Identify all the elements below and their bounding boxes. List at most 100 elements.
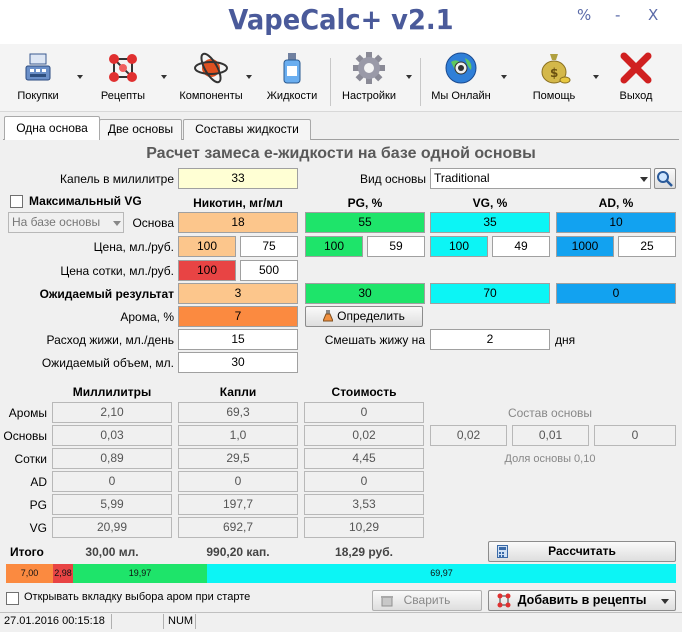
molecule-small-icon [497, 593, 511, 608]
hundred-ml-input[interactable]: 100 [178, 260, 236, 281]
result-ml: 5,99 [52, 494, 172, 515]
components-dropdown-icon[interactable] [246, 75, 252, 79]
help-dropdown-icon[interactable] [593, 75, 599, 79]
restore-button[interactable]: % [577, 6, 591, 24]
result-cost: 4,45 [304, 448, 424, 469]
status-divider [163, 614, 164, 629]
mix-bar-segment: 7,00 [6, 564, 53, 583]
base-mode-select[interactable]: На базе основы [8, 212, 124, 233]
add-to-recipes-button[interactable]: Добавить в рецепты [488, 590, 676, 611]
result-ml: 0 [52, 471, 172, 492]
expected-label: Ожидаемый результат [39, 287, 174, 301]
price-ad-ml-input[interactable]: 1000 [556, 236, 614, 257]
mix-proportion-bar: 7,00 2,98 19,97 69,97 [6, 564, 676, 583]
mix-days-input[interactable]: 2 [430, 329, 550, 350]
base-vg-input[interactable]: 35 [430, 212, 550, 233]
atom-icon [193, 50, 229, 86]
purchases-dropdown-icon[interactable] [77, 75, 83, 79]
base-pg-input[interactable]: 55 [305, 212, 425, 233]
components-button[interactable]: Компоненты [172, 48, 250, 108]
section-title: Расчет замеса е-жидкости на базе одной о… [146, 145, 536, 162]
search-base-button[interactable] [654, 168, 676, 189]
search-icon [657, 171, 673, 187]
aroma-input[interactable]: 7 [178, 306, 298, 327]
chevron-down-icon [113, 221, 121, 226]
result-cost: 0,02 [304, 425, 424, 446]
recipes-button[interactable]: Рецепты [90, 48, 156, 108]
price-nicotine-ml-input[interactable]: 100 [178, 236, 236, 257]
settings-button[interactable]: Настройки [338, 48, 400, 108]
days-label: дня [555, 333, 576, 347]
online-button[interactable]: Мы Онлайн [426, 48, 496, 108]
base-nicotine-input[interactable]: 18 [178, 212, 298, 233]
liquids-label: Жидкости [266, 90, 318, 102]
determine-button[interactable]: Определить [305, 306, 423, 327]
purchases-button[interactable]: Покупки [6, 48, 70, 108]
expected-pg-input[interactable]: 30 [305, 283, 425, 304]
recipes-dropdown-icon[interactable] [161, 75, 167, 79]
help-button[interactable]: $ Помощь [522, 48, 586, 108]
calculate-button[interactable]: Рассчитать [488, 541, 676, 562]
result-row-label: Аромы [8, 406, 47, 420]
price-pg-ml-input[interactable]: 100 [305, 236, 363, 257]
result-row-label: VG [29, 521, 47, 535]
status-num: NUM [168, 615, 194, 627]
result-cost: 0 [304, 471, 424, 492]
base-composition-value: 0,01 [512, 425, 589, 446]
tab-one-base[interactable]: Одна основа [4, 116, 100, 140]
hundred-rub-input[interactable]: 500 [240, 260, 298, 281]
online-dropdown-icon[interactable] [501, 75, 507, 79]
price-pg-rub-input[interactable]: 59 [367, 236, 425, 257]
tab-liquid-compositions[interactable]: Составы жидкости [183, 119, 311, 140]
mix-bar-segment: 19,97 [73, 564, 207, 583]
close-button[interactable]: X [648, 6, 658, 24]
tab-two-bases[interactable]: Две основы [99, 119, 182, 140]
app-title: VapeCalc+ v2.1 [228, 3, 454, 36]
chevron-down-icon [640, 177, 648, 182]
col-drops-header: Капли [219, 385, 257, 399]
result-cost: 10,29 [304, 517, 424, 538]
open-aromas-label: Открывать вкладку выбора аром при старте [24, 591, 251, 603]
result-row-label: Сотки [14, 452, 47, 466]
price-vg-rub-input[interactable]: 49 [492, 236, 550, 257]
minimize-button[interactable]: - [615, 6, 620, 24]
base-ad-input[interactable]: 10 [556, 212, 676, 233]
liquids-button[interactable]: Жидкости [262, 48, 322, 108]
brew-button[interactable]: Сварить [372, 590, 482, 611]
aroma-label: Арома, % [120, 310, 174, 324]
volume-input[interactable]: 30 [178, 352, 298, 373]
result-drops: 29,5 [178, 448, 298, 469]
consumption-label: Расход жижи, мл./день [46, 333, 175, 347]
cash-register-icon [20, 50, 56, 86]
help-label: Помощь [532, 90, 576, 102]
settings-dropdown-icon[interactable] [406, 75, 412, 79]
expected-ad-input[interactable]: 0 [556, 283, 676, 304]
price-nicotine-rub-input[interactable]: 75 [240, 236, 298, 257]
purchases-label: Покупки [17, 90, 59, 102]
status-divider [111, 614, 112, 629]
components-label: Компоненты [179, 90, 243, 102]
result-drops: 1,0 [178, 425, 298, 446]
consumption-input[interactable]: 15 [178, 329, 298, 350]
status-datetime: 27.01.2016 00:15:18 [4, 615, 105, 627]
base-type-select[interactable]: Traditional [430, 168, 651, 189]
base-share-label: Доля основы 0,10 [504, 453, 596, 465]
globe-icon [443, 50, 479, 86]
exit-button[interactable]: Выход [606, 48, 666, 108]
calculator-icon [497, 545, 508, 558]
result-cost: 0 [304, 402, 424, 423]
price-ad-rub-input[interactable]: 25 [618, 236, 676, 257]
result-row-label: Основы [3, 429, 47, 443]
price-vg-ml-input[interactable]: 100 [430, 236, 488, 257]
max-vg-checkbox[interactable] [10, 195, 23, 208]
open-aromas-checkbox[interactable] [6, 592, 19, 605]
result-drops: 197,7 [178, 494, 298, 515]
mix-label: Смешать жижу на [324, 333, 425, 347]
result-row-label: AD [30, 475, 47, 489]
chevron-down-icon[interactable] [661, 599, 669, 604]
expected-vg-input[interactable]: 70 [430, 283, 550, 304]
result-drops: 692,7 [178, 517, 298, 538]
drops-per-ml-input[interactable]: 33 [178, 168, 298, 189]
expected-nicotine-input[interactable]: 3 [178, 283, 298, 304]
volume-label: Ожидаемый объем, мл. [41, 356, 174, 370]
